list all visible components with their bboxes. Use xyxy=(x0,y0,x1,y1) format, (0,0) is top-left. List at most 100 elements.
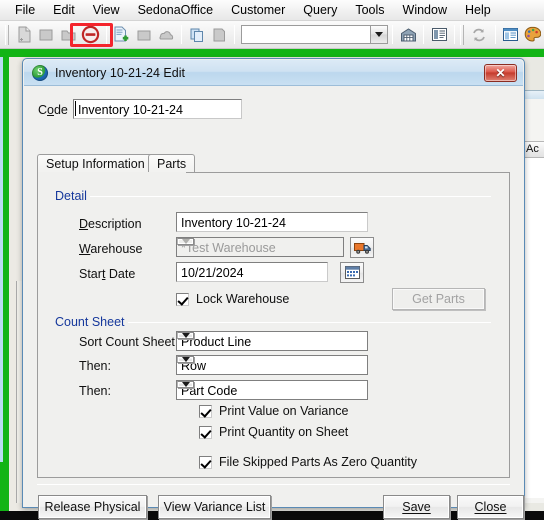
sort-count-sheet-by-dropdown-button[interactable] xyxy=(177,332,194,339)
print-quantity-on-sheet-checkbox[interactable] xyxy=(199,425,212,439)
then-1-label: Then: xyxy=(79,359,111,373)
tab-parts[interactable]: Parts xyxy=(148,154,196,173)
toolbar-new-record-button[interactable] xyxy=(111,23,133,46)
dialog-body: Code Inventory 10-21-24 Setup Informatio… xyxy=(24,86,524,519)
menu-item-edit[interactable]: Edit xyxy=(44,1,84,19)
tab-setup-information[interactable]: Setup Information xyxy=(37,154,154,173)
toolbar-grip[interactable] xyxy=(5,24,9,45)
then-1-value: Row xyxy=(181,359,207,373)
start-date-label: Start Date xyxy=(79,267,136,281)
toolbar-grip-2[interactable] xyxy=(460,24,465,45)
warehouse-label: Warehouse xyxy=(79,242,143,256)
toolbar-separator-1 xyxy=(105,25,107,44)
view-variance-list-label: View Variance List xyxy=(163,500,266,514)
dialog-titlebar[interactable]: S Inventory 10-21-24 Edit ✕ xyxy=(24,60,523,86)
main-toolbar xyxy=(0,21,544,49)
save-label: Save xyxy=(402,500,431,514)
file-skipped-parts-label: File Skipped Parts As Zero Quantity xyxy=(219,455,418,469)
warehouse-combo[interactable]: *Test Warehouse xyxy=(176,237,344,257)
toolbar-cloud-button[interactable] xyxy=(155,23,177,46)
save-button[interactable]: Save xyxy=(383,495,450,519)
toolbar-separator-7 xyxy=(494,25,496,44)
description-input[interactable]: Inventory 10-21-24 xyxy=(176,212,368,232)
warehouse-picker-button[interactable] xyxy=(350,237,374,258)
toolbar-details-pane-button[interactable] xyxy=(428,23,450,46)
text-caret xyxy=(75,101,76,116)
count-sheet-group-title: Count Sheet xyxy=(52,315,128,329)
chevron-down-icon xyxy=(181,333,190,338)
toolbar-note-button[interactable] xyxy=(133,23,155,46)
sort-count-sheet-by-combo[interactable]: Product Line xyxy=(176,331,368,351)
start-date-input[interactable]: 10/21/2024 xyxy=(176,262,328,282)
toolbar-warehouse-button[interactable] xyxy=(397,23,419,46)
toolbar-save-button[interactable] xyxy=(35,23,57,46)
copy-icon xyxy=(190,28,203,42)
dialog-close-button[interactable]: ✕ xyxy=(484,64,517,82)
menu-item-sedonaoffice[interactable]: SedonaOffice xyxy=(129,1,223,19)
menu-item-help[interactable]: Help xyxy=(456,1,500,19)
tree-view-icon xyxy=(503,28,519,41)
toolbar-palette-button[interactable] xyxy=(522,23,544,46)
toolbar-tree-view-button[interactable] xyxy=(500,23,522,46)
background-grid-column-header[interactable]: Ac xyxy=(522,141,544,158)
then-2-label: Then: xyxy=(79,384,111,398)
code-input[interactable]: Inventory 10-21-24 xyxy=(73,99,242,119)
toolbar-folder-button[interactable] xyxy=(57,23,79,46)
detail-group-title: Detail xyxy=(52,189,90,203)
close-button[interactable]: Close xyxy=(457,495,524,519)
palette-icon xyxy=(524,26,542,42)
release-physical-button[interactable]: Release Physical xyxy=(38,495,147,519)
menu-item-view[interactable]: View xyxy=(84,1,129,19)
then-1-dropdown-button[interactable] xyxy=(177,356,194,363)
toolbar-search-input[interactable] xyxy=(242,26,370,43)
warehouse-value: *Test Warehouse xyxy=(181,241,276,255)
get-parts-label: Get Parts xyxy=(412,292,465,306)
tab-panel-active-gap xyxy=(38,172,186,173)
toolbar-separator-2 xyxy=(181,25,183,44)
get-parts-button[interactable]: Get Parts xyxy=(392,288,485,310)
toolbar-refresh-button[interactable] xyxy=(468,23,490,46)
paste-icon xyxy=(213,28,226,41)
warehouse-dropdown-button[interactable] xyxy=(177,238,194,245)
toolbar-copy-button[interactable] xyxy=(186,23,208,46)
new-document-icon xyxy=(18,26,30,43)
cancel-icon xyxy=(81,25,100,44)
then-1-combo[interactable]: Row xyxy=(176,355,368,375)
application-window: File Edit View SedonaOffice Customer Que… xyxy=(0,0,544,520)
warehouse-truck-icon xyxy=(353,242,371,254)
menu-item-window[interactable]: Window xyxy=(394,1,456,19)
toolbar-cancel-button[interactable] xyxy=(79,23,101,46)
lock-warehouse-label: Lock Warehouse xyxy=(196,292,290,306)
menu-item-tools[interactable]: Tools xyxy=(346,1,393,19)
view-variance-list-button[interactable]: View Variance List xyxy=(158,495,271,519)
footer-separator xyxy=(37,484,510,485)
print-quantity-on-sheet-row[interactable]: Print Quantity on Sheet xyxy=(199,425,348,439)
warehouse-icon xyxy=(400,27,416,41)
note-icon xyxy=(137,30,151,40)
file-skipped-parts-checkbox[interactable] xyxy=(199,455,212,469)
menu-item-customer[interactable]: Customer xyxy=(222,1,294,19)
then-2-combo[interactable]: Part Code xyxy=(176,380,368,400)
lock-warehouse-checkbox[interactable] xyxy=(176,292,189,306)
inventory-edit-dialog: S Inventory 10-21-24 Edit ✕ Code Invento… xyxy=(22,58,525,519)
chevron-down-icon xyxy=(181,382,190,387)
folder-icon xyxy=(61,30,76,40)
details-pane-icon xyxy=(431,28,447,41)
tab-strip: Setup Information Parts xyxy=(37,154,510,173)
toolbar-search-dropdown-button[interactable] xyxy=(370,26,388,43)
menu-bar: File Edit View SedonaOffice Customer Que… xyxy=(0,0,544,21)
toolbar-separator-4 xyxy=(392,25,394,44)
toolbar-paste-button[interactable] xyxy=(208,23,230,46)
lock-warehouse-checkbox-row[interactable]: Lock Warehouse xyxy=(176,292,289,306)
file-skipped-parts-row[interactable]: File Skipped Parts As Zero Quantity xyxy=(199,455,417,469)
print-value-on-variance-checkbox[interactable] xyxy=(199,404,212,418)
toolbar-search-combo[interactable] xyxy=(241,25,389,44)
print-value-on-variance-row[interactable]: Print Value on Variance xyxy=(199,404,348,418)
menu-item-file[interactable]: File xyxy=(6,1,44,19)
then-2-dropdown-button[interactable] xyxy=(177,381,194,388)
start-date-calendar-button[interactable] xyxy=(340,262,364,283)
release-physical-label: Release Physical xyxy=(44,500,141,514)
menu-item-query[interactable]: Query xyxy=(294,1,346,19)
toolbar-new-document-button[interactable] xyxy=(13,23,35,46)
toolbar-separator-3 xyxy=(234,25,236,44)
